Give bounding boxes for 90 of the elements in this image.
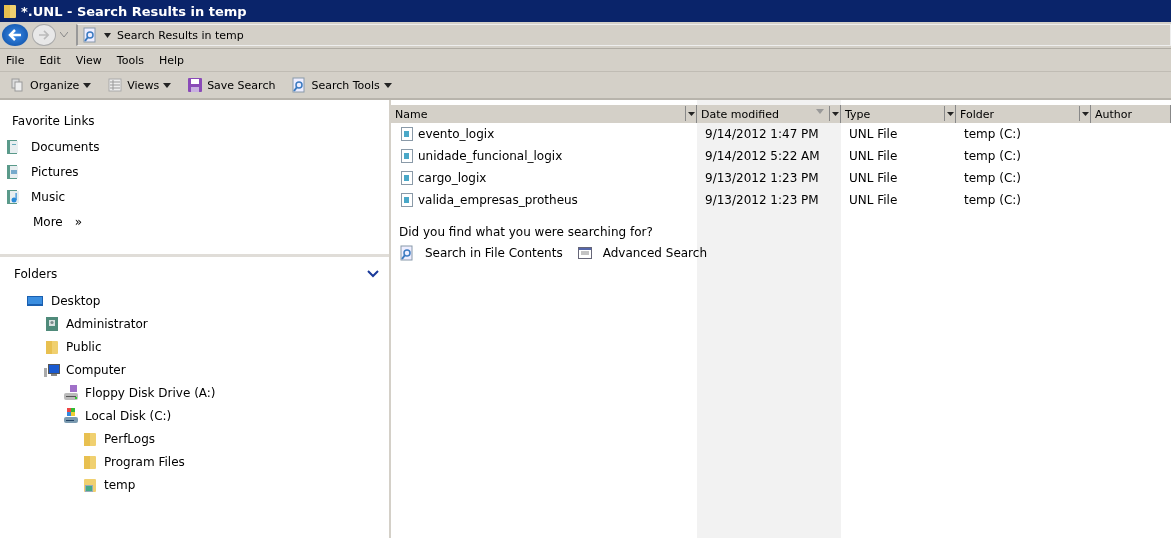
table-cell: 9/14/2012 5:22 AM (705, 149, 820, 163)
search-link[interactable]: Search in File Contents (425, 246, 563, 260)
address-field[interactable]: Search Results in temp (76, 24, 1171, 46)
table-cell: temp (C:) (964, 127, 1021, 141)
column-header[interactable]: Author (1091, 105, 1171, 123)
forward-arrow-icon (38, 30, 50, 40)
caret-icon[interactable] (163, 82, 172, 88)
column-dropdown-button[interactable] (944, 106, 955, 121)
file-name[interactable]: valida_empresas_protheus (418, 193, 578, 207)
column-header[interactable]: Folder (956, 105, 1091, 123)
caret-icon (687, 111, 695, 116)
folder-icon (44, 338, 60, 355)
tree-item[interactable]: Public (66, 339, 102, 354)
tree-item[interactable]: Floppy Disk Drive (A:) (85, 385, 216, 400)
section-title: Folders (14, 267, 58, 281)
column-dropdown-button[interactable] (1079, 106, 1090, 121)
back-arrow-icon (8, 29, 22, 41)
hard-drive-icon (63, 407, 79, 424)
column-header[interactable]: Date modified (697, 105, 841, 123)
floppy-drive-icon (63, 384, 79, 401)
menu-item[interactable]: Edit (33, 53, 70, 67)
window-title: *.UNL - Search Results in temp (21, 3, 247, 19)
menu-item[interactable]: Help (152, 53, 194, 67)
table-cell: UNL File (849, 171, 898, 185)
tree-item[interactable]: Local Disk (C:) (85, 408, 172, 423)
column-header[interactable]: Name (391, 105, 697, 123)
picture-book-icon (5, 163, 21, 180)
file-icon (399, 192, 415, 208)
toolbar-button[interactable]: Search Tools (287, 75, 396, 95)
section-title: Favorite Links (11, 114, 96, 128)
document-book-icon (5, 138, 21, 155)
search-prompt: Did you find what you were searching for? (399, 225, 654, 239)
column-dropdown-button[interactable] (829, 106, 840, 121)
caret-icon[interactable] (383, 82, 392, 88)
tree-item[interactable]: Administrator (66, 316, 148, 331)
search-link[interactable]: Advanced Search (602, 246, 707, 260)
tree-item[interactable]: Program Files (104, 454, 185, 469)
table-cell: 9/13/2012 1:23 PM (705, 171, 819, 185)
column-header[interactable]: Type (841, 105, 956, 123)
folder-icon (82, 476, 98, 493)
table-cell: UNL File (849, 193, 898, 207)
caret-icon (831, 111, 839, 116)
toolbar-button[interactable]: Save Search (183, 75, 280, 95)
table-cell: 9/14/2012 1:47 PM (705, 127, 819, 141)
caret-icon (946, 111, 954, 116)
favorite-link[interactable]: Pictures (31, 164, 79, 179)
table-cell: UNL File (849, 149, 898, 163)
sort-arrow-icon (816, 109, 824, 114)
caret-icon[interactable] (104, 32, 111, 38)
file-name[interactable]: evento_logix (418, 127, 495, 141)
toolbar-button[interactable]: Views (103, 75, 176, 95)
file-name[interactable]: cargo_logix (418, 171, 487, 185)
window-icon (576, 245, 593, 261)
file-icon (399, 126, 415, 142)
organize-icon (10, 77, 26, 93)
views-icon (107, 77, 124, 93)
column-dropdown-button[interactable] (685, 106, 696, 121)
file-icon (399, 170, 415, 186)
tree-item[interactable]: Desktop (51, 293, 101, 308)
favorite-link[interactable]: Documents (31, 139, 100, 154)
favorite-link[interactable]: Music (31, 189, 66, 204)
table-cell: temp (C:) (964, 193, 1021, 207)
file-icon (399, 148, 415, 164)
tree-item[interactable]: PerfLogs (104, 431, 156, 446)
tree-item[interactable]: temp (104, 477, 136, 492)
chevron-icon[interactable] (367, 269, 379, 279)
menu-item[interactable]: File (0, 53, 34, 67)
music-book-icon (5, 188, 21, 205)
caret-icon (1081, 111, 1089, 116)
computer-icon (44, 361, 60, 378)
back-button[interactable] (2, 24, 28, 46)
table-cell: 9/13/2012 1:23 PM (705, 193, 819, 207)
search-icon (399, 245, 415, 261)
menu-item[interactable]: View (69, 53, 111, 67)
folder-icon (82, 430, 98, 447)
table-cell: temp (C:) (964, 171, 1021, 185)
chevron-icon[interactable]: » (74, 214, 83, 229)
caret-icon[interactable] (83, 82, 92, 88)
menu-item[interactable]: Tools (110, 53, 153, 67)
table-cell: temp (C:) (964, 149, 1021, 163)
user-card-icon (44, 315, 60, 332)
more-link[interactable]: More (33, 214, 63, 229)
search-icon (291, 77, 308, 93)
search-icon (82, 27, 98, 43)
tree-item[interactable]: Computer (66, 362, 126, 377)
file-name[interactable]: unidade_funcional_logix (418, 149, 563, 163)
toolbar-button[interactable]: Organize (6, 75, 96, 95)
table-cell: UNL File (849, 127, 898, 141)
folder-icon (82, 453, 98, 470)
folder-icon (2, 3, 18, 19)
